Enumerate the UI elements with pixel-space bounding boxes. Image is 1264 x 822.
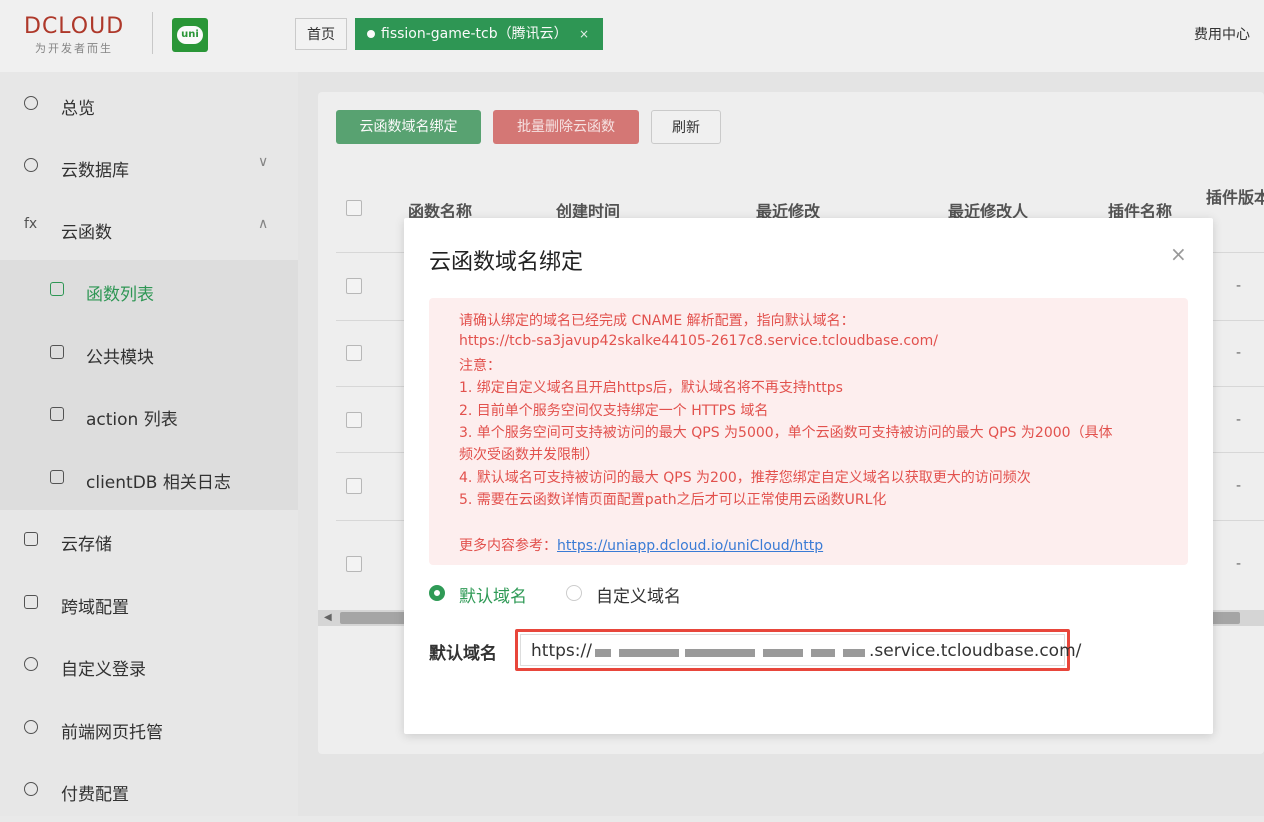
- redacted-text: [811, 649, 835, 657]
- alert-text: 4. 默认域名可支持被访问的最大 QPS 为200，推荐您绑定自定义域名以获取更…: [459, 470, 1031, 486]
- alert-text: 频次受函数并发限制）: [459, 447, 599, 463]
- more-reference: 更多内容参考：https://uniapp.dcloud.io/uniCloud…: [459, 535, 823, 555]
- bind-domain-dialog: 云函数域名绑定 × 请确认绑定的域名已经完成 CNAME 解析配置，指向默认域名…: [404, 218, 1213, 734]
- dialog-title: 云函数域名绑定: [429, 250, 584, 275]
- default-domain-label: 默认域名: [429, 644, 497, 664]
- redacted-text: [843, 649, 865, 657]
- alert-text: 注意：: [459, 358, 501, 374]
- close-icon[interactable]: ×: [1170, 242, 1187, 266]
- redacted-text: [763, 649, 803, 657]
- default-domain-field[interactable]: https:// .service.tcloudbase.com/: [520, 634, 1081, 666]
- radio-unchecked-icon[interactable]: [566, 585, 582, 601]
- radio-label: 默认域名: [459, 587, 527, 607]
- alert-text: 2. 目前单个服务空间仅支持绑定一个 HTTPS 域名: [459, 403, 769, 419]
- docs-link[interactable]: https://uniapp.dcloud.io/uniCloud/http: [557, 538, 823, 554]
- alert-text: 5. 需要在云函数详情页面配置path之后才可以正常使用云函数URL化: [459, 492, 887, 508]
- warning-alert: 请确认绑定的域名已经完成 CNAME 解析配置，指向默认域名： https://…: [429, 298, 1188, 565]
- alert-text: 请确认绑定的域名已经完成 CNAME 解析配置，指向默认域名：: [459, 313, 855, 329]
- redacted-text: [685, 649, 755, 657]
- domain-prefix: https://: [531, 641, 592, 661]
- domain-suffix: .service.tcloudbase.com/: [869, 641, 1082, 661]
- more-reference-label: 更多内容参考：: [459, 538, 557, 554]
- default-domain-highlight: https:// .service.tcloudbase.com/: [515, 629, 1081, 671]
- radio-label: 自定义域名: [596, 587, 681, 607]
- redacted-text: [619, 649, 679, 657]
- alert-text: https://tcb-sa3javup42skalke44105-2617c8…: [459, 333, 938, 349]
- alert-text: 3. 单个服务空间可支持被访问的最大 QPS 为5000，单个云函数可支持被访问…: [459, 425, 1113, 441]
- alert-text: 1. 绑定自定义域名且开启https后，默认域名将不再支持https: [459, 380, 843, 396]
- radio-checked-icon[interactable]: [429, 585, 445, 601]
- redacted-text: [595, 649, 611, 657]
